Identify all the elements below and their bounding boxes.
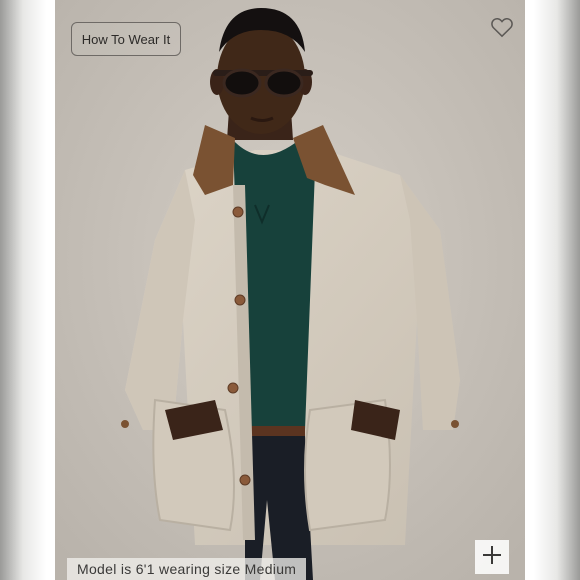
how-to-wear-label: How To Wear It — [81, 31, 171, 47]
plus-icon — [481, 544, 503, 571]
model-size-text: Model is 6'1 wearing size Medium — [77, 561, 297, 577]
zoom-button[interactable] — [475, 540, 509, 574]
product-image-frame: How To Wear It Model is 6'1 wearing size… — [55, 0, 525, 580]
heart-outline-icon[interactable] — [489, 14, 515, 40]
model-size-caption: Model is 6'1 wearing size Medium — [67, 558, 307, 580]
product-photo — [55, 0, 525, 580]
how-to-wear-button[interactable]: How To Wear It — [71, 22, 181, 56]
